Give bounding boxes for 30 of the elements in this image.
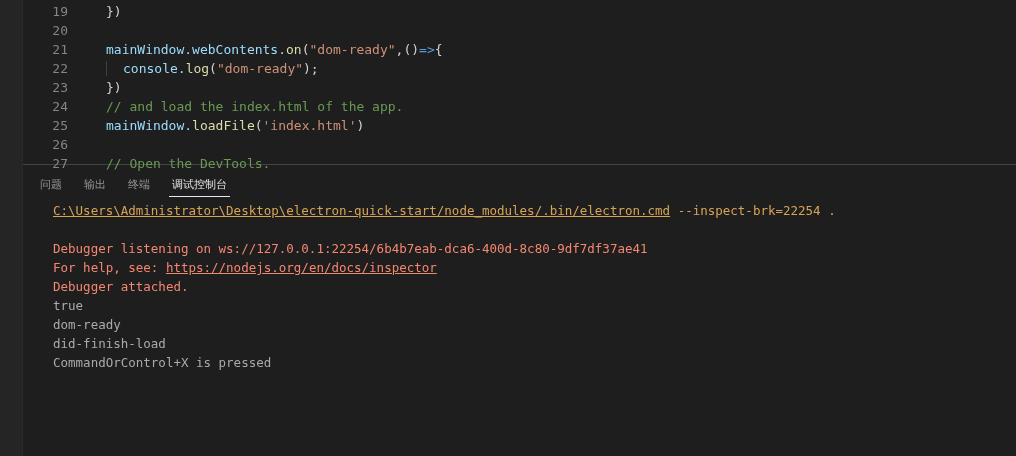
line-number: 24 [51, 99, 68, 114]
line-number: 19 [51, 4, 68, 19]
panel-tab[interactable]: 调试控制台 [169, 175, 230, 197]
panel-tab[interactable]: 问题 [37, 175, 65, 197]
console-line: Debugger listening on ws://127.0.0.1:22254/6b4b7eab-dca6-400d-8c80-9df7df37ae41 [53, 240, 649, 258]
console-line: CommandOrControl+X is pressed [53, 354, 273, 372]
line-number: 27 [51, 156, 68, 171]
line-number: 20 [51, 23, 68, 38]
line-number: 25 [51, 118, 68, 133]
code-line: // and load the index.html of the app. [106, 99, 404, 114]
console-line: dom-ready [53, 316, 122, 334]
console-line: Debugger attached. [53, 278, 190, 296]
panel-tab[interactable]: 终端 [125, 175, 153, 197]
code-line: mainWindow.loadFile('index.html') [106, 118, 365, 133]
console-link[interactable]: https://nodejs.org/en/docs/inspector [165, 260, 437, 275]
console-line: C:\Users\Administrator\Desktop\electron-quick-start/node_modules/.bin/electron.cmd --inspect-brk=22254 . [53, 202, 837, 220]
console-line: For help, see: https://nodejs.org/en/docs/inspector [53, 259, 438, 277]
code-line: // Open the DevTools. [106, 156, 271, 171]
line-number: 22 [51, 61, 68, 76]
code-line: }) [106, 4, 122, 19]
code-line: console.log("dom-ready"); [106, 61, 319, 76]
console-link[interactable]: C:\Users\Administrator\Desktop\electron-quick-start/node_modules/.bin/electron.cmd [53, 203, 671, 218]
console-line: did-finish-load [53, 335, 167, 353]
code-line: }) [106, 80, 122, 95]
panel-tab[interactable]: 输出 [81, 175, 109, 197]
line-number: 23 [51, 80, 68, 95]
code-line: mainWindow.webContents.on("dom-ready",()=>{ [106, 42, 443, 57]
console-line: true [53, 297, 85, 315]
line-number: 26 [51, 137, 68, 152]
line-number: 21 [51, 42, 68, 57]
